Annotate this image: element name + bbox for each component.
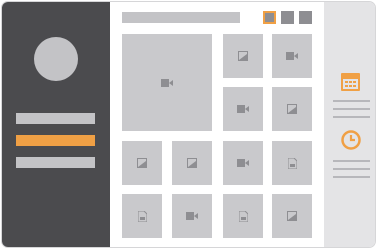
- sidebar-item-1[interactable]: [16, 113, 95, 124]
- media-tile-image[interactable]: [172, 141, 212, 185]
- video-icon: [186, 212, 198, 220]
- media-tile-document[interactable]: [223, 194, 263, 238]
- media-tile-document[interactable]: [122, 194, 162, 238]
- sidebar-item-2-active[interactable]: [16, 135, 95, 146]
- panel-line: [333, 176, 370, 178]
- media-tile-image[interactable]: [223, 34, 263, 78]
- image-icon: [238, 51, 248, 61]
- media-tile-video[interactable]: [223, 87, 263, 131]
- panel-line: [333, 168, 370, 170]
- panel-line: [333, 100, 370, 102]
- media-tile-video-large[interactable]: [122, 34, 212, 131]
- media-tile-image[interactable]: [122, 141, 162, 185]
- title-placeholder: [122, 12, 240, 23]
- app-window: [1, 1, 376, 248]
- video-icon: [237, 159, 249, 167]
- sidebar: [2, 2, 110, 247]
- list-view-button[interactable]: [281, 11, 294, 24]
- panel-line: [333, 108, 370, 110]
- media-tile-image[interactable]: [272, 194, 312, 238]
- media-tile-document[interactable]: [272, 141, 312, 185]
- clock-icon[interactable]: [341, 130, 361, 150]
- panel-line: [333, 116, 370, 118]
- calendar-icon[interactable]: [341, 73, 360, 91]
- sidebar-item-3[interactable]: [16, 157, 95, 168]
- image-icon: [287, 211, 297, 221]
- video-icon: [286, 52, 298, 60]
- avatar[interactable]: [34, 37, 78, 81]
- video-icon: [237, 105, 249, 113]
- media-tile-video[interactable]: [223, 141, 263, 185]
- right-panel: [324, 2, 375, 247]
- image-icon: [187, 158, 197, 168]
- document-icon: [238, 210, 248, 222]
- media-tile-video[interactable]: [172, 194, 212, 238]
- detail-view-button[interactable]: [299, 11, 312, 24]
- image-icon: [137, 158, 147, 168]
- media-tile-image[interactable]: [272, 87, 312, 131]
- grid-view-button[interactable]: [263, 11, 276, 24]
- media-tile-video[interactable]: [272, 34, 312, 78]
- panel-line: [333, 160, 370, 162]
- document-icon: [287, 157, 297, 169]
- document-icon: [137, 210, 147, 222]
- video-icon: [161, 78, 173, 87]
- image-icon: [287, 104, 297, 114]
